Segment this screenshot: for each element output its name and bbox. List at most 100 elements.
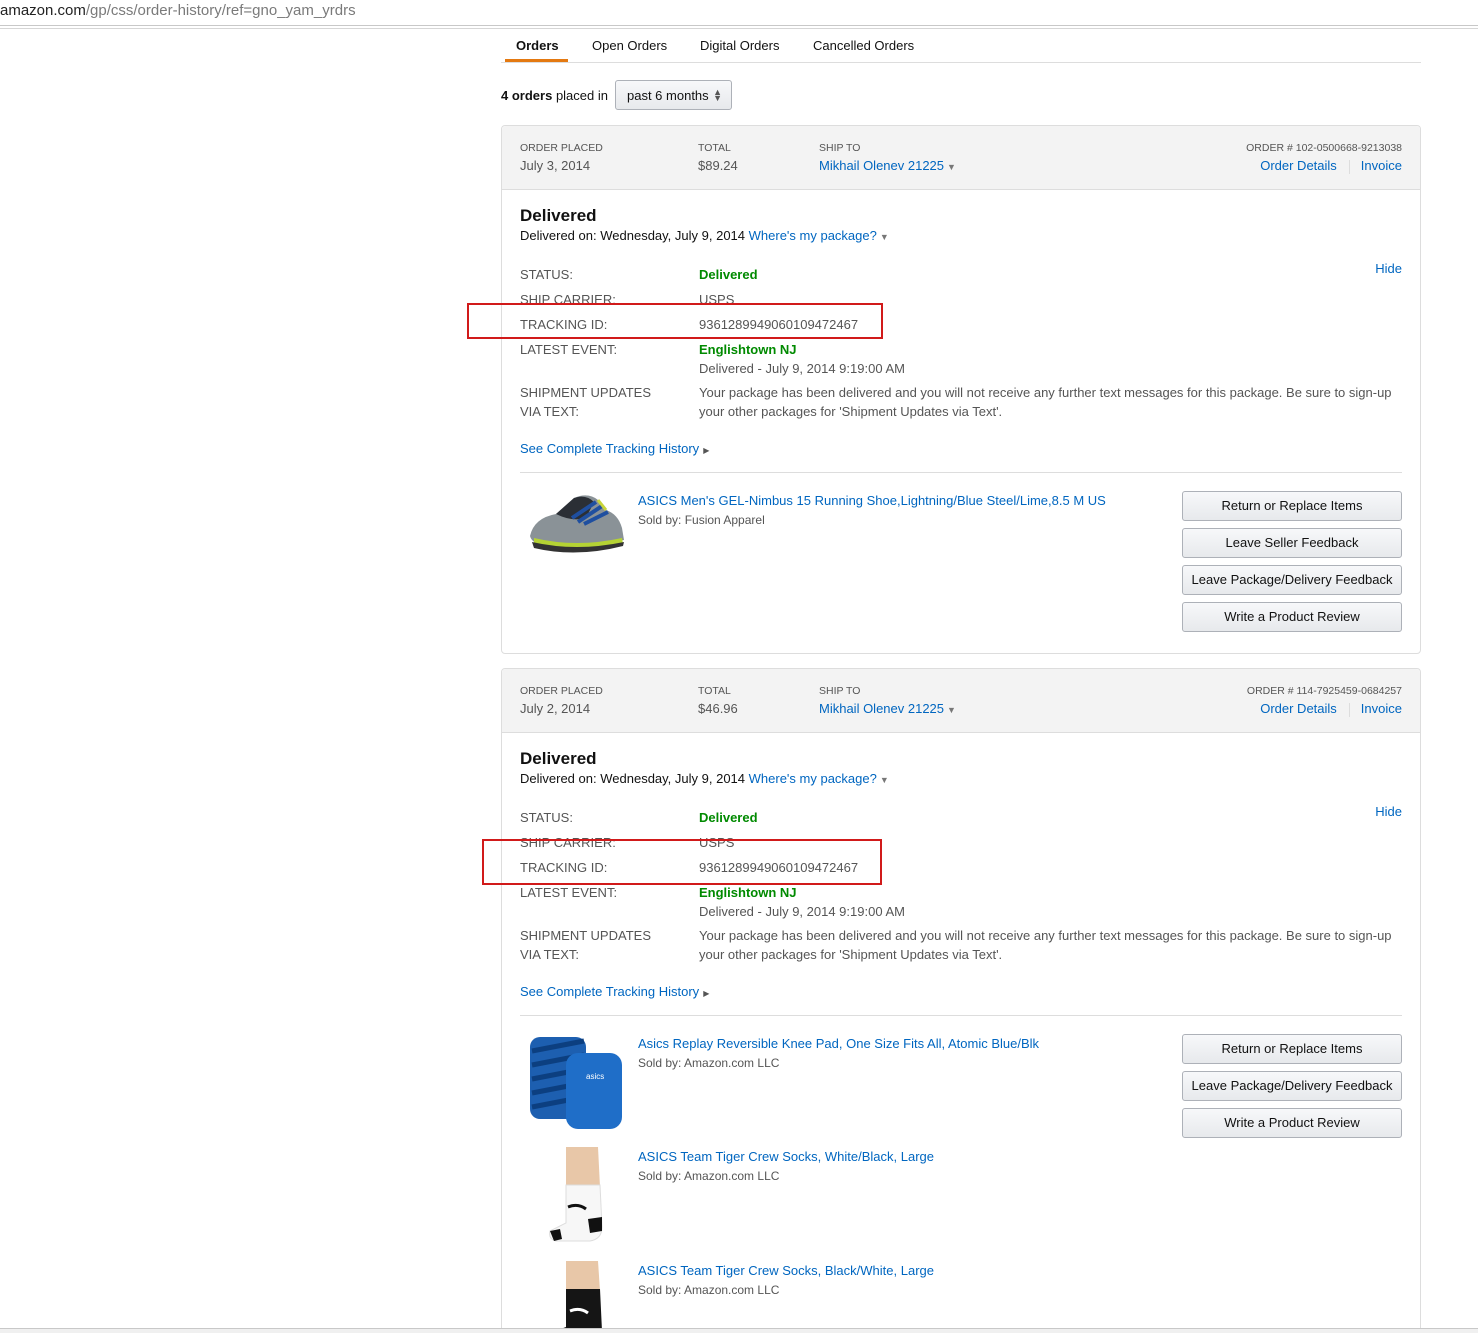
- svg-text:asics: asics: [586, 1072, 604, 1081]
- total-label: TOTAL: [698, 142, 731, 154]
- ship-to-name: Mikhail Olenev 21225: [819, 701, 945, 716]
- shipment-updates-text: Your package has been delivered and you …: [699, 385, 1392, 419]
- order-tabs: Orders Open Orders Digital Orders Cancel…: [501, 30, 1421, 63]
- order-total: $89.24: [698, 158, 738, 173]
- ship-to-link[interactable]: Mikhail Olenev 21225 ▼: [819, 158, 956, 173]
- shipment-updates-label-line2: VIA TEXT:: [520, 404, 580, 419]
- order-date: July 2, 2014: [520, 701, 591, 716]
- delivered-on-text: Delivered on: Wednesday, July 9, 2014 Wh…: [520, 228, 889, 243]
- link-separator: [1348, 159, 1350, 174]
- orders-summary: 4 orders placed in: [501, 88, 608, 103]
- shipment-updates-text: Your package has been delivered and you …: [699, 928, 1392, 962]
- black-socks-image[interactable]: [526, 1261, 626, 1333]
- url-host: amazon.com: [0, 2, 86, 19]
- invoice-link[interactable]: Invoice: [1361, 701, 1402, 716]
- chevron-right-icon: ▶: [703, 989, 710, 998]
- shipment-updates-label: SHIPMENT UPDATES VIA TEXT:: [520, 926, 651, 964]
- shipment-status-title: Delivered: [520, 206, 597, 225]
- orders-count: 4 orders: [501, 88, 553, 103]
- toolbar-divider: [0, 28, 1478, 29]
- item-seller: Sold by: Amazon.com LLC: [638, 1056, 780, 1070]
- tracking-id-label: TRACKING ID:: [520, 317, 608, 332]
- order-links: Order Details Invoice: [1260, 701, 1402, 717]
- tracking-id-value: 9361289949060109472467: [699, 860, 859, 875]
- shipment-updates-label: SHIPMENT UPDATES VIA TEXT:: [520, 383, 651, 421]
- status-value: Delivered: [699, 267, 758, 282]
- carrier-label: SHIP CARRIER:: [520, 292, 616, 307]
- item-title-link[interactable]: ASICS Team Tiger Crew Socks, Black/White…: [638, 1263, 934, 1278]
- dropdown-arrow-icon: ▼: [879, 775, 889, 785]
- shipment-updates-label-line2: VIA TEXT:: [520, 947, 580, 962]
- order-details-link[interactable]: Order Details: [1260, 701, 1337, 716]
- tracking-history-label: See Complete Tracking History: [520, 984, 700, 999]
- carrier-label: SHIP CARRIER:: [520, 835, 616, 850]
- order-header: ORDER PLACED July 2, 2014 TOTAL $46.96 S…: [502, 669, 1420, 733]
- carrier-value: USPS: [699, 835, 735, 850]
- section-divider: [520, 472, 1402, 473]
- ship-to-link[interactable]: Mikhail Olenev 21225 ▼: [819, 701, 956, 716]
- item-seller: Sold by: Fusion Apparel: [638, 513, 765, 527]
- order-header: ORDER PLACED July 3, 2014 TOTAL $89.24 S…: [502, 126, 1420, 190]
- write-review-button[interactable]: Write a Product Review: [1182, 602, 1402, 632]
- tracking-history-link[interactable]: See Complete Tracking History ▶: [520, 441, 709, 456]
- item-seller: Sold by: Amazon.com LLC: [638, 1169, 780, 1183]
- link-separator: [1348, 702, 1350, 717]
- url-text[interactable]: amazon.com/gp/css/order-history/ref=gno_…: [0, 2, 356, 19]
- item-seller: Sold by: Amazon.com LLC: [638, 1283, 780, 1297]
- tracking-id-value: 9361289949060109472467: [699, 317, 859, 332]
- write-review-button[interactable]: Write a Product Review: [1182, 1108, 1402, 1138]
- knee-pad-image[interactable]: asics: [526, 1031, 626, 1131]
- latest-event-label: LATEST EVENT:: [520, 885, 618, 900]
- time-filter-select[interactable]: past 6 months ▲ ▼: [615, 80, 732, 110]
- section-divider: [520, 1015, 1402, 1016]
- order-total: $46.96: [698, 701, 738, 716]
- dropdown-arrow-icon: ▼: [947, 162, 956, 172]
- shipment-status-title: Delivered: [520, 749, 597, 768]
- delivered-on-date: Wednesday, July 9, 2014: [600, 771, 746, 786]
- order-placed-label: ORDER PLACED: [520, 142, 603, 154]
- delivered-on-date: Wednesday, July 9, 2014: [600, 228, 746, 243]
- return-replace-button[interactable]: Return or Replace Items: [1182, 1034, 1402, 1064]
- carrier-value: USPS: [699, 292, 735, 307]
- time-filter-value: past 6 months: [627, 88, 709, 103]
- order-date: July 3, 2014: [520, 158, 591, 173]
- event-detail: Delivered - July 9, 2014 9:19:00 AM: [699, 361, 905, 376]
- order-placed-label: ORDER PLACED: [520, 685, 603, 697]
- tab-cancelled-orders[interactable]: Cancelled Orders: [813, 38, 914, 53]
- dropdown-arrow-icon: ▼: [879, 232, 889, 242]
- event-location: Englishtown NJ: [699, 885, 797, 900]
- order-details-link[interactable]: Order Details: [1260, 158, 1337, 173]
- running-shoe-image[interactable]: [526, 484, 626, 584]
- wheres-my-package-label: Where's my package?: [748, 771, 877, 786]
- hide-tracking-link[interactable]: Hide: [1375, 261, 1402, 276]
- white-socks-image[interactable]: [526, 1147, 626, 1247]
- hide-tracking-link[interactable]: Hide: [1375, 804, 1402, 819]
- return-replace-button[interactable]: Return or Replace Items: [1182, 491, 1402, 521]
- tracking-history-link[interactable]: See Complete Tracking History ▶: [520, 984, 709, 999]
- leave-delivery-feedback-button[interactable]: Leave Package/Delivery Feedback: [1182, 565, 1402, 595]
- address-bar[interactable]: amazon.com/gp/css/order-history/ref=gno_…: [0, 0, 1478, 26]
- item-title-link[interactable]: ASICS Men's GEL-Nimbus 15 Running Shoe,L…: [638, 493, 1106, 508]
- tracking-history-label: See Complete Tracking History: [520, 441, 700, 456]
- leave-seller-feedback-button[interactable]: Leave Seller Feedback: [1182, 528, 1402, 558]
- event-location: Englishtown NJ: [699, 342, 797, 357]
- tab-open-orders[interactable]: Open Orders: [592, 38, 667, 53]
- wheres-my-package-link[interactable]: Where's my package? ▼: [749, 228, 889, 243]
- item-title-link[interactable]: ASICS Team Tiger Crew Socks, White/Black…: [638, 1149, 934, 1164]
- window-bottom-edge: [0, 1328, 1478, 1333]
- wheres-my-package-link[interactable]: Where's my package? ▼: [749, 771, 889, 786]
- ship-to-label: SHIP TO: [819, 142, 861, 154]
- tab-digital-orders[interactable]: Digital Orders: [700, 38, 779, 53]
- latest-event-label: LATEST EVENT:: [520, 342, 618, 357]
- delivered-on-prefix: Delivered on:: [520, 228, 597, 243]
- invoice-link[interactable]: Invoice: [1361, 158, 1402, 173]
- ship-to-label: SHIP TO: [819, 685, 861, 697]
- ship-to-name: Mikhail Olenev 21225: [819, 158, 945, 173]
- shipment-updates-label-line1: SHIPMENT UPDATES: [520, 385, 651, 400]
- tab-orders[interactable]: Orders: [516, 38, 559, 53]
- leave-delivery-feedback-button[interactable]: Leave Package/Delivery Feedback: [1182, 1071, 1402, 1101]
- delivered-on-prefix: Delivered on:: [520, 771, 597, 786]
- order-number: ORDER # 102-0500668-9213038: [1246, 142, 1402, 154]
- delivered-on-text: Delivered on: Wednesday, July 9, 2014 Wh…: [520, 771, 889, 786]
- item-title-link[interactable]: Asics Replay Reversible Knee Pad, One Si…: [638, 1036, 1039, 1051]
